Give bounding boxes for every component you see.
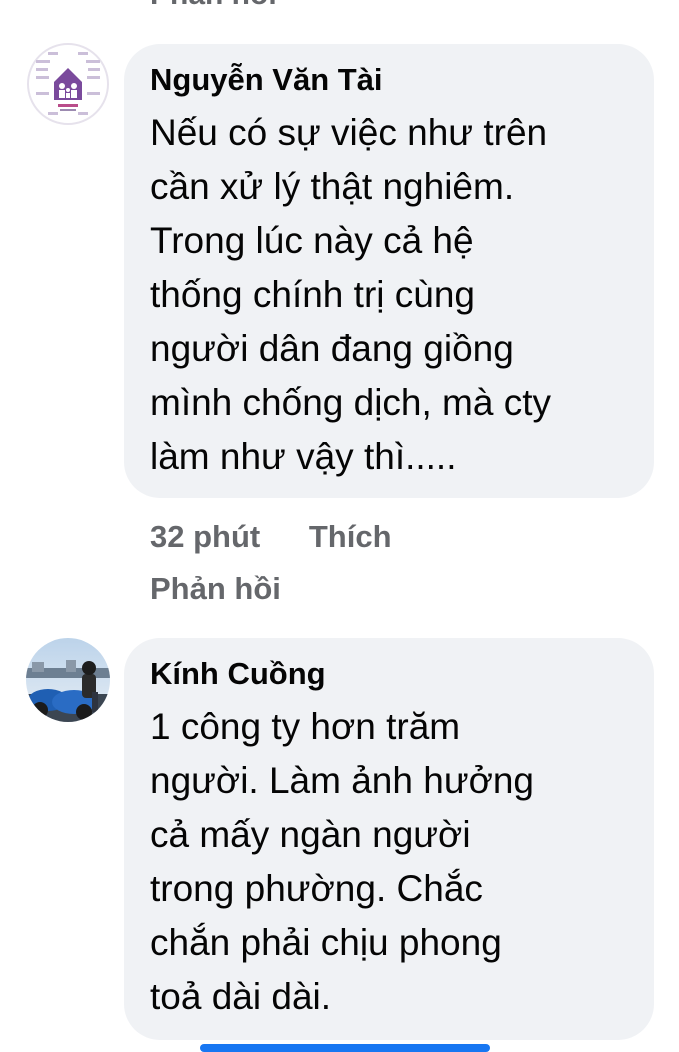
- family-house-infographic-icon: [26, 42, 110, 126]
- comment-text: Nếu có sự việc như trên cần xử lý thật n…: [150, 112, 552, 477]
- comment-text: 1 công ty hơn trăm người. Làm ảnh hưởng …: [150, 706, 535, 1017]
- comment-actions-row2: Phản hồi: [150, 562, 321, 616]
- reply-button[interactable]: Phản hồi: [150, 571, 281, 606]
- avatar[interactable]: [26, 638, 110, 722]
- comment-actions: 32 phút Thích: [150, 510, 432, 564]
- comment-author[interactable]: Kính Cuồng: [150, 652, 628, 696]
- comment-author[interactable]: Nguyễn Văn Tài: [150, 58, 628, 102]
- comment-bubble[interactable]: Nguyễn Văn Tài Nếu có sự việc như trên c…: [124, 44, 654, 498]
- comment-bubble[interactable]: Kính Cuồng 1 công ty hơn trăm người. Làm…: [124, 638, 654, 1040]
- previous-reply-link[interactable]: Phản hồi: [150, 0, 277, 12]
- loading-indicator: [200, 1044, 490, 1052]
- comment-time[interactable]: 32 phút: [150, 519, 260, 554]
- like-button[interactable]: Thích: [309, 519, 392, 554]
- motorcycle-photo-icon: [26, 638, 110, 722]
- avatar[interactable]: [26, 42, 110, 126]
